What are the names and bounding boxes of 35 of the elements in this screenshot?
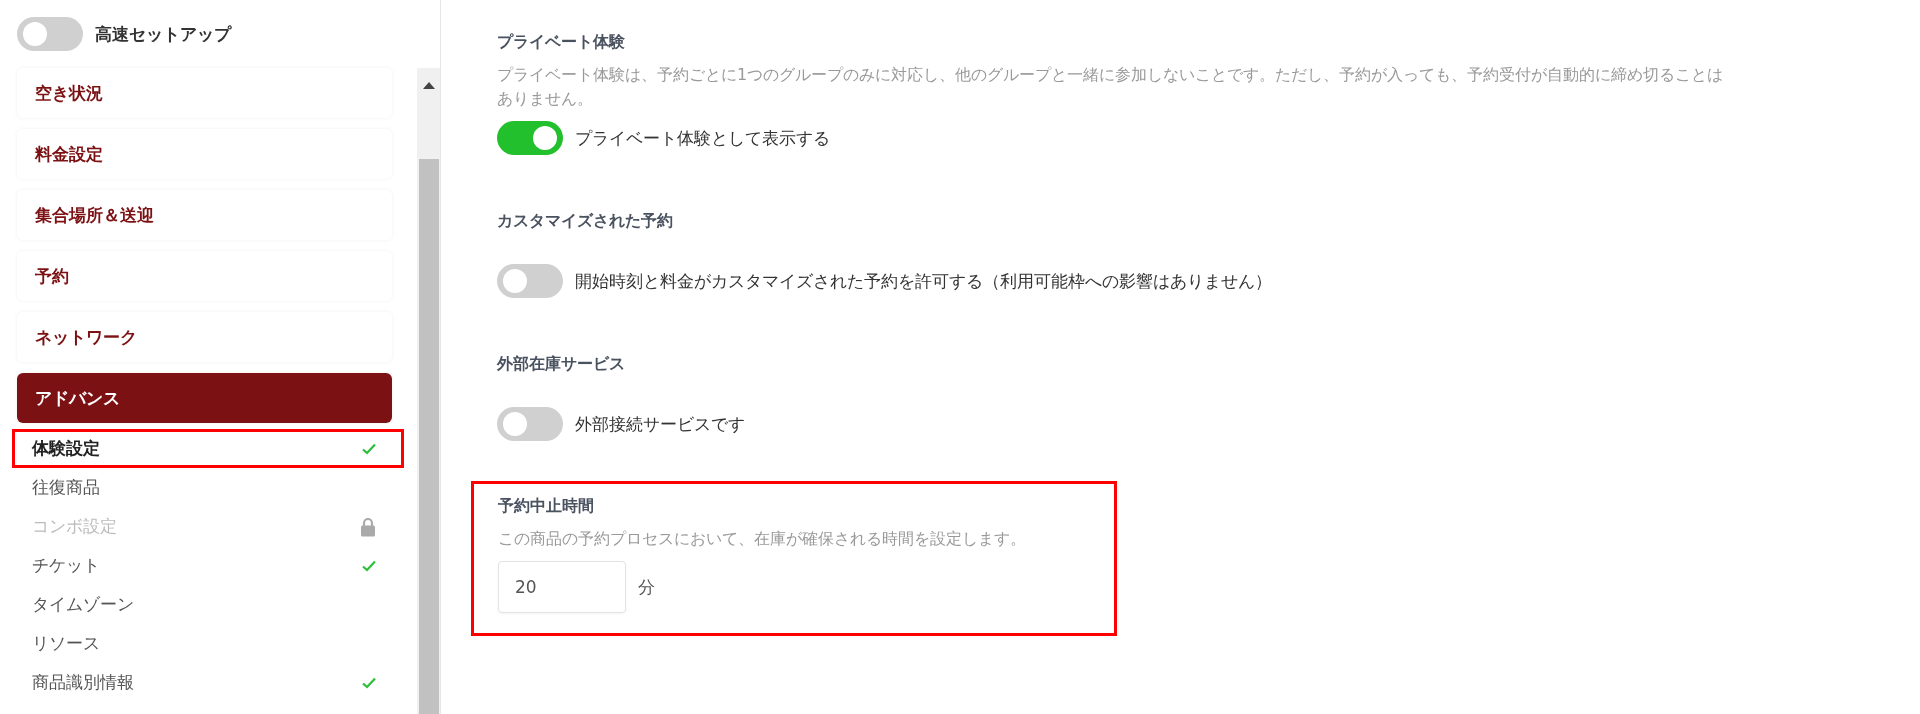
check-icon: [362, 442, 376, 455]
unit-label: 分: [638, 575, 655, 599]
sub-menu-item[interactable]: 往復商品: [12, 468, 404, 507]
scrollbar-thumb[interactable]: [418, 159, 439, 714]
check-icon: [362, 676, 376, 689]
nav-item[interactable]: 料金設定: [17, 129, 392, 179]
scrollbar[interactable]: [417, 68, 440, 714]
toggle-label: 高速セットアップ: [95, 22, 231, 46]
section-title: カスタマイズされた予約: [497, 211, 674, 232]
section-title: 予約中止時間: [498, 496, 595, 517]
section-title: 外部在庫サービス: [497, 354, 626, 375]
section-description: この商品の予約プロセスにおいて、在庫が確保される時間を設定します。: [498, 528, 1027, 550]
nav-item[interactable]: 空き状況: [17, 68, 392, 118]
nav-item[interactable]: アドバンス: [17, 373, 392, 423]
nav-item[interactable]: ネットワーク: [17, 312, 392, 362]
minutes-input[interactable]: 20: [498, 561, 626, 613]
scroll-up-icon[interactable]: [422, 82, 435, 89]
toggle-switch[interactable]: [497, 121, 563, 155]
sub-menu-item[interactable]: 体験設定: [12, 429, 404, 468]
check-icon: [362, 559, 376, 572]
sub-menu-item[interactable]: リソース: [12, 624, 404, 663]
toggle-switch[interactable]: [497, 407, 563, 441]
toggle-label: プライベート体験として表示する: [575, 126, 830, 150]
toggle-switch[interactable]: [497, 264, 563, 298]
sub-menu-item[interactable]: チケット: [12, 546, 404, 585]
section-title: プライベート体験: [497, 32, 626, 53]
sub-menu-item[interactable]: タイムゾーン: [12, 585, 404, 624]
nav-item[interactable]: 集合場所＆送迎: [17, 190, 392, 240]
toggle-switch[interactable]: [17, 17, 83, 51]
toggle-label: 外部接続サービスです: [575, 412, 745, 436]
sub-menu-item[interactable]: 商品識別情報: [12, 663, 404, 702]
nav-item[interactable]: 予約: [17, 251, 392, 301]
toggle-label: 開始時刻と料金がカスタマイズされた予約を許可する（利用可能枠への影響はありません）: [575, 269, 1272, 293]
lock-icon: [360, 516, 376, 537]
section-description: プライベート体験は、予約ごとに1つのグループのみに対応し、他のグループと一緒に参加しないことです。ただし、予約が入っても、予約受付が自動的に締め切ることはありません。: [497, 64, 1725, 110]
